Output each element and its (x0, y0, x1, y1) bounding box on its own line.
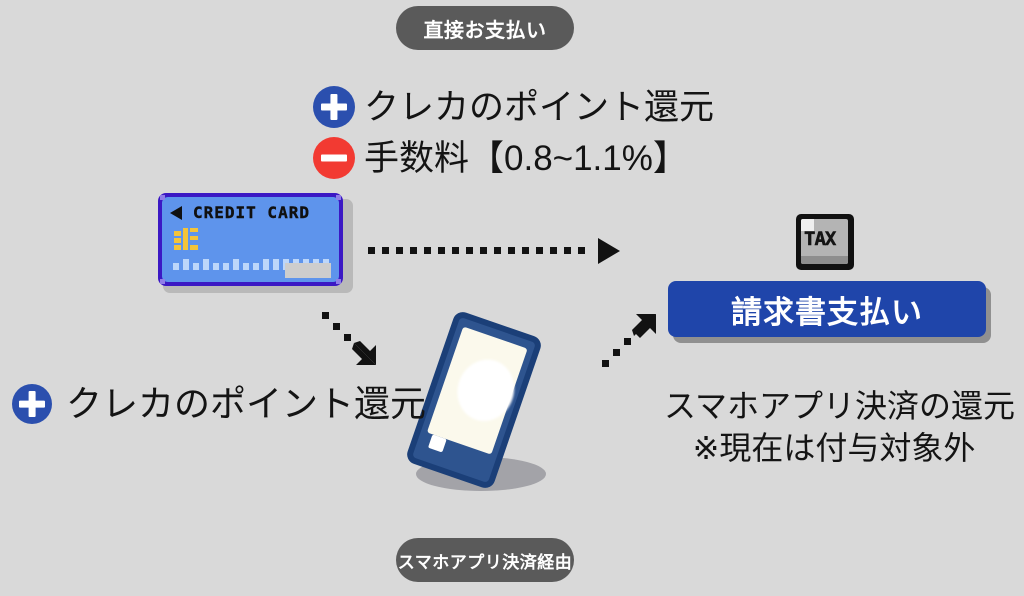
credit-card-face: CREDIT CARD (162, 197, 339, 282)
minus-circle-icon (313, 137, 355, 179)
caption-smartphone-reward-line2: ※現在は付与対象外 (692, 430, 976, 467)
tax-icon-body: TAX (801, 219, 848, 264)
tax-document-icon: TAX (796, 214, 854, 270)
caption-smartphone-reward: スマホアプリ決済の還元 ※現在は付与対象外 (664, 385, 1016, 469)
bullet-credit-points-left-label: クレカのポイント還元 (66, 383, 427, 424)
credit-card-chip-icon (174, 228, 200, 250)
invoice-payment-button[interactable]: 請求書支払い (668, 281, 986, 337)
badge-direct-payment-label: 直接お支払い (423, 19, 547, 42)
arrow-card-to-invoice-icon (368, 238, 620, 264)
plus-circle-icon (313, 86, 355, 128)
tax-icon-shade (801, 256, 848, 264)
smartphone-icon (398, 309, 588, 512)
bullet-credit-points-top-label: クレカのポイント還元 (364, 87, 715, 127)
arrow-phone-to-invoice-icon (602, 314, 656, 367)
credit-card-signature-strip (285, 263, 331, 278)
smartphone-screen-glow (449, 351, 523, 429)
badge-smartphone-app-payment-label: スマホアプリ決済経由 (397, 552, 573, 572)
credit-card-arrow-glyph (170, 206, 182, 220)
bullet-credit-points-top: クレカのポイント還元 (313, 86, 714, 128)
bullet-fee: 手数料【0.8~1.1%】 (313, 137, 688, 179)
badge-smartphone-app-payment: スマホアプリ決済経由 (396, 538, 574, 582)
invoice-payment-button-label: 請求書支払い (731, 294, 923, 330)
badge-direct-payment: 直接お支払い (396, 6, 574, 50)
caption-smartphone-reward-line1: スマホアプリ決済の還元 (664, 388, 1016, 424)
credit-card-corner-tl (160, 195, 165, 200)
credit-card-icon: CREDIT CARD (158, 193, 353, 293)
plus-circle-icon (12, 384, 52, 424)
smartphone-screen (426, 326, 528, 455)
credit-card-title: CREDIT CARD (193, 203, 310, 222)
arrow-card-to-phone-icon (322, 312, 376, 365)
credit-card-corner-br (336, 279, 341, 284)
bullet-fee-label: 手数料【0.8~1.1%】 (364, 138, 688, 178)
tax-icon-label: TAX (804, 228, 837, 251)
bullet-credit-points-left: クレカのポイント還元 (12, 384, 426, 424)
credit-card-corner-tr (336, 195, 341, 200)
credit-card-corner-bl (160, 279, 165, 284)
